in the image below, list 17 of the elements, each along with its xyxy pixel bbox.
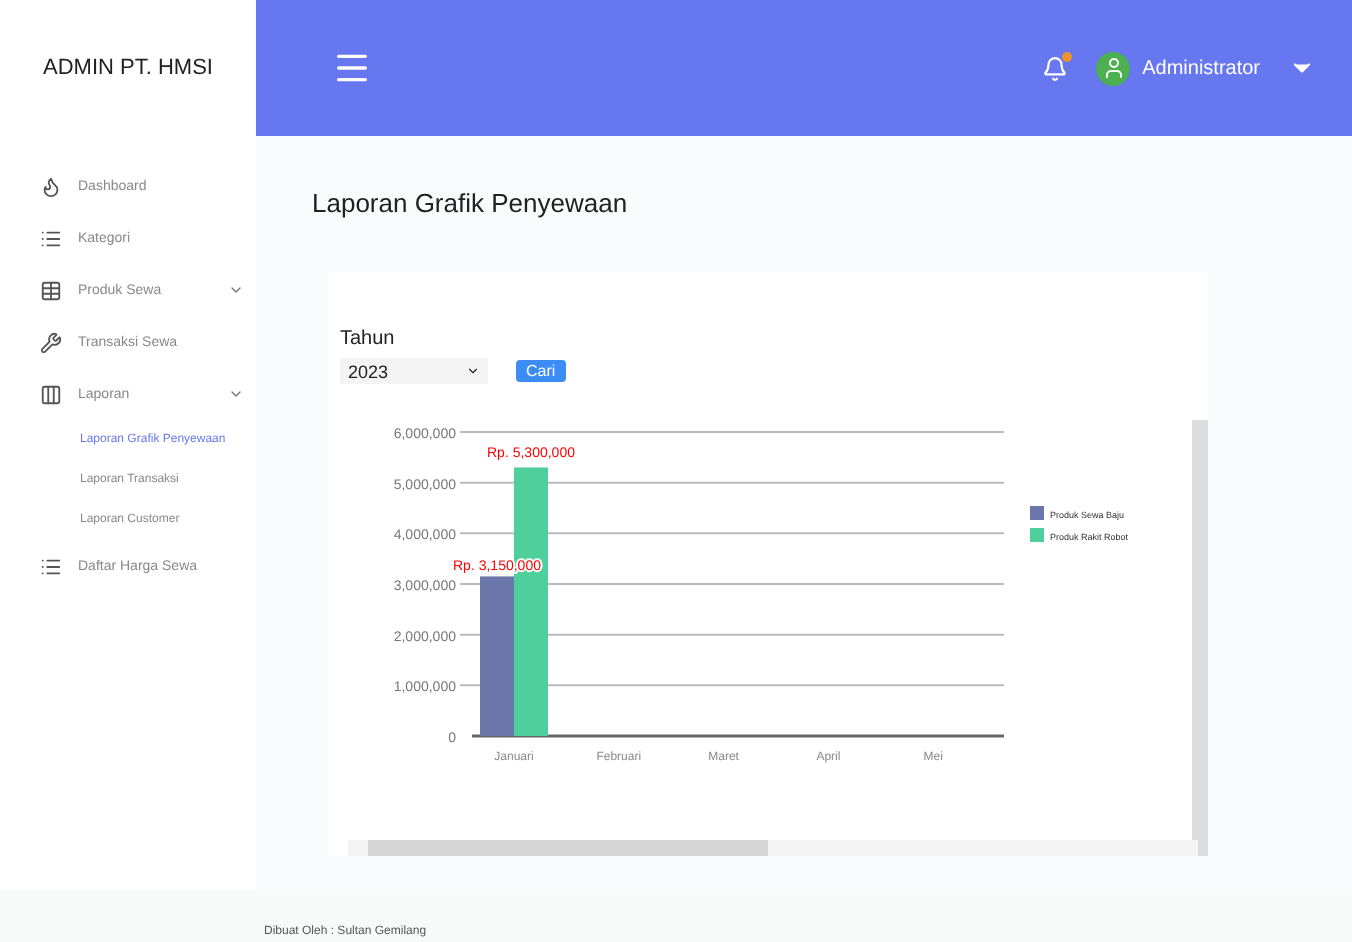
- menu-item-icon: [40, 383, 62, 405]
- search-button[interactable]: Cari: [516, 360, 566, 382]
- field-label: Tahun: [340, 328, 397, 350]
- avatar-icon: [1096, 51, 1131, 85]
- menu-item-icon: [40, 175, 62, 197]
- brand-title: ADMIN PT. HMSI: [41, 54, 215, 84]
- scrollbar[interactable]: [348, 840, 1198, 856]
- menu-item-icon: [40, 279, 62, 301]
- year-select[interactable]: 2023: [340, 358, 488, 384]
- menu-item-icon: [40, 227, 62, 249]
- caret-icon[interactable]: [466, 364, 480, 378]
- user-name[interactable]: Administrator: [1142, 57, 1260, 79]
- menu-item-icon: [40, 331, 62, 353]
- bell-icon[interactable]: [1042, 55, 1069, 81]
- menu-item-icon: [40, 555, 62, 577]
- page-title: Laporan Grafik Penyewaan: [312, 188, 630, 218]
- scrollbar[interactable]: [1192, 420, 1208, 856]
